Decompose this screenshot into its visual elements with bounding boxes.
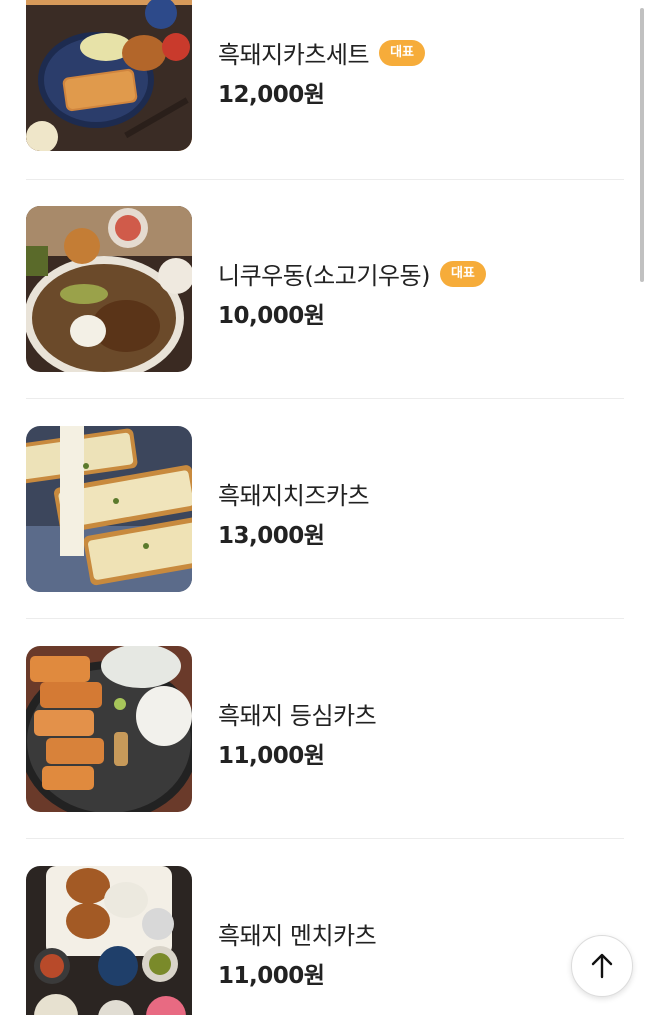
scroll-to-top-button[interactable] <box>571 935 633 997</box>
scrollbar[interactable] <box>640 8 644 282</box>
menu-item-price: 11,000원 <box>218 963 325 989</box>
menu-item-price: 10,000원 <box>218 303 325 329</box>
arrow-up-icon <box>591 953 613 979</box>
menu-item-name: 흑돼지 멘치카츠 <box>218 922 377 950</box>
divider <box>26 179 624 180</box>
menu-item-price: 12,000원 <box>218 82 325 108</box>
menu-item-price: 11,000원 <box>218 743 325 769</box>
menu-item[interactable]: 니쿠우동(소고기우동) 대표 10,000원 <box>26 206 624 372</box>
menu-item-photo[interactable] <box>26 646 192 812</box>
menu-item-price: 13,000원 <box>218 523 325 549</box>
signature-badge: 대표 <box>379 39 425 66</box>
menu-item-photo[interactable] <box>26 426 192 592</box>
divider <box>26 618 624 619</box>
signature-badge: 대표 <box>439 260 486 287</box>
menu-item-photo[interactable] <box>26 206 192 372</box>
menu-item[interactable]: 흑돼지 멘치카츠 11,000원 <box>26 866 624 1015</box>
menu-item[interactable]: 흑돼지 등심카츠 11,000원 <box>26 646 624 812</box>
divider <box>26 838 624 839</box>
menu-item-name: 니쿠우동(소고기우동) <box>218 262 430 290</box>
menu-item[interactable]: 흑돼지카츠세트 대표 12,000원 <box>26 0 624 151</box>
divider <box>26 398 624 399</box>
menu-item-name: 흑돼지카츠세트 <box>218 41 370 69</box>
menu-item-name: 흑돼지치즈카츠 <box>218 482 370 510</box>
menu-item-photo[interactable] <box>26 0 192 151</box>
menu-item[interactable]: 흑돼지치즈카츠 13,000원 <box>26 426 624 592</box>
menu-item-photo[interactable] <box>26 866 192 1015</box>
menu-item-name: 흑돼지 등심카츠 <box>218 702 377 730</box>
menu-list: 흑돼지카츠세트 대표 12,000원 니쿠우동(소고기우동) 대표 10,000… <box>0 0 650 1015</box>
